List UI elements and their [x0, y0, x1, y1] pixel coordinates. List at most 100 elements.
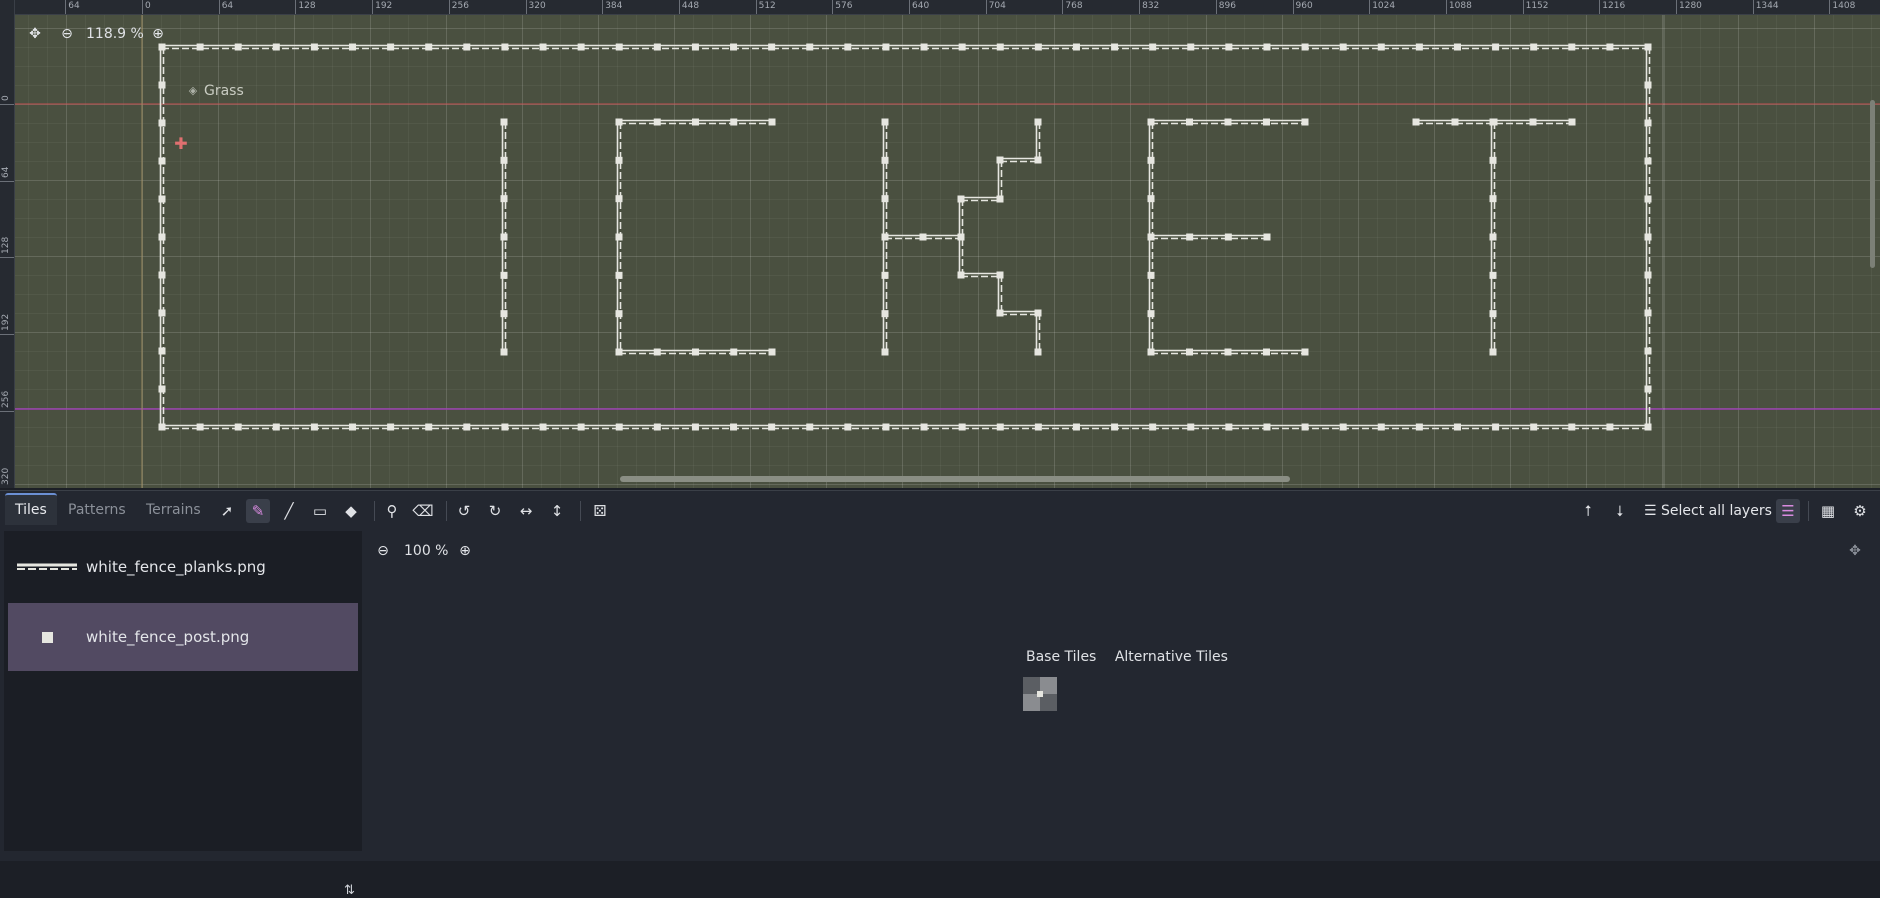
rotate-right-icon[interactable]: ↻ [483, 499, 507, 523]
tile-sources-list: white_fence_planks.png white_fence_post.… [4, 531, 362, 898]
tab-base-tiles[interactable]: Base Tiles [1026, 649, 1096, 665]
move-down-icon[interactable]: ⭣ [1608, 499, 1632, 523]
fence-segment [1147, 118, 1309, 126]
zoom-out-icon[interactable]: ⊖ [58, 25, 76, 43]
ruler-label: 640 [912, 1, 930, 11]
grid-icon[interactable]: ▦ [1816, 499, 1840, 523]
fence-segment [158, 43, 1652, 51]
atlas-tabs: Base Tiles Alternative Tiles [1026, 649, 1242, 665]
ruler-label: 1280 [1679, 1, 1702, 11]
settings-icon[interactable]: ⚙ [1848, 499, 1872, 523]
post-thumb [16, 631, 78, 643]
fence-segment [881, 233, 965, 241]
tilemap-viewport[interactable]: 64 0 64 128 192 256 320 384 448 512 576 640 704 768 83… [0, 0, 1880, 488]
fence-segment [615, 348, 776, 356]
tab-alternative-tiles[interactable]: Alternative Tiles [1115, 649, 1228, 665]
vertical-scrollbar[interactable] [1870, 100, 1875, 268]
ruler-label: 64 [221, 1, 234, 11]
source-item-selected[interactable]: white_fence_post.png [8, 603, 358, 671]
ruler-label: 384 [605, 1, 623, 11]
paint-icon[interactable]: ✎ [246, 499, 270, 523]
ruler-label: 768 [1065, 1, 1083, 11]
ruler-label: 896 [1218, 1, 1236, 11]
layer-name-label: Grass [204, 83, 244, 99]
flip-v-icon[interactable]: ↕ [545, 499, 569, 523]
sort-icon[interactable]: ⇅ [344, 883, 355, 898]
toolbar-separator [580, 501, 581, 521]
ruler-label: 1408 [1832, 1, 1856, 11]
fence-drawing [0, 14, 1880, 488]
rotate-left-icon[interactable]: ↺ [452, 499, 476, 523]
tilemap-toolbar: Tiles Patterns Terrains ➚ ✎ ╱ ▭ ◆ ⚲ ⌫ ↺ … [0, 491, 1880, 531]
atlas-center-icon[interactable]: ✥ [1846, 542, 1864, 560]
center-view-icon[interactable]: ✥ [26, 25, 44, 43]
fence-segment [1034, 118, 1042, 164]
fence-segment [158, 423, 1652, 431]
ruler-label: 192 [375, 1, 393, 11]
atlas-zoom-label: 100 % [404, 543, 449, 559]
source-item[interactable]: white_fence_planks.png [8, 533, 358, 601]
highlight-layer-icon[interactable]: ☰ [1776, 499, 1800, 523]
ruler-label: 320 [1, 467, 11, 485]
ruler-label: 512 [758, 1, 776, 11]
fence-segment [1147, 348, 1309, 356]
tab-patterns[interactable]: Patterns [58, 495, 136, 525]
layer-diamond-icon: ◈ [188, 83, 198, 97]
ruler-label: 0 [145, 1, 151, 11]
zoom-in-icon[interactable]: ⊕ [149, 25, 167, 43]
ruler-tick [0, 410, 14, 412]
ruler-top: 64 0 64 128 192 256 320 384 448 512 576 640 704 768 83… [0, 0, 1880, 15]
layers-list-icon: ☰ [1644, 503, 1662, 519]
ruler-tick [0, 487, 14, 488]
ruler-left: 0 64 128 192 256 320 [0, 0, 15, 488]
ruler-label: 1344 [1755, 1, 1779, 11]
random-icon[interactable]: ⚄ [588, 499, 612, 523]
source-label: white_fence_post.png [86, 628, 250, 646]
atlas-tile-preview[interactable] [1023, 677, 1057, 715]
ruler-label: 320 [528, 1, 546, 11]
picker-icon[interactable]: ⚲ [380, 499, 404, 523]
ruler-tick [0, 334, 14, 336]
fence-segment [1034, 309, 1042, 356]
ruler-label: 192 [1, 313, 11, 332]
zoom-label: 118.9 % [86, 26, 144, 42]
atlas-zoom-out-icon[interactable]: ⊖ [374, 542, 392, 560]
move-up-icon[interactable]: ⭡ [1576, 499, 1600, 523]
atlas-view: ⊖ 100 % ⊕ ✥ Base Tiles Alternative Tiles [366, 531, 1880, 861]
paint-cursor-icon: ✚ [174, 133, 188, 153]
ruler-label: 256 [1, 390, 11, 408]
select-all-layers-button[interactable]: ☰ Select all layers [1644, 499, 1772, 523]
toolbar-separator [446, 501, 447, 521]
ruler-label: 832 [1142, 1, 1160, 11]
ruler-label: 576 [835, 1, 853, 11]
bucket-icon[interactable]: ◆ [339, 499, 363, 523]
planks-thumb [16, 562, 78, 572]
atlas-zoom-in-icon[interactable]: ⊕ [456, 542, 474, 560]
select-all-label: Select all layers [1661, 503, 1772, 519]
fence-segment [158, 43, 166, 431]
ruler-tick [0, 257, 14, 259]
eraser-icon[interactable]: ⌫ [411, 499, 435, 523]
fence-segment [1147, 233, 1271, 241]
ruler-label: 64 [68, 1, 80, 11]
ruler-label: 256 [451, 1, 469, 11]
horizontal-scrollbar[interactable] [620, 476, 1290, 482]
flip-h-icon[interactable]: ↔ [514, 499, 538, 523]
tilemap-bottom-panel: Tiles Patterns Terrains ➚ ✎ ╱ ▭ ◆ ⚲ ⌫ ↺ … [0, 490, 1880, 898]
ruler-label: 1152 [1525, 1, 1549, 11]
ruler-label: 960 [1295, 1, 1313, 11]
select-icon[interactable]: ➚ [215, 499, 239, 523]
source-label: white_fence_planks.png [86, 558, 266, 576]
fence-segment [1644, 43, 1652, 431]
ruler-label: 1024 [1372, 1, 1396, 11]
fence-segment [615, 118, 776, 126]
fence-segment [615, 118, 623, 356]
tab-tiles[interactable]: Tiles [5, 493, 57, 525]
rect-icon[interactable]: ▭ [308, 499, 332, 523]
ruler-label: 128 [298, 1, 316, 11]
ruler-label: 128 [1, 237, 11, 255]
ruler-label: 64 [1, 166, 11, 178]
fence-segment [957, 195, 965, 279]
tab-terrains[interactable]: Terrains [136, 495, 211, 525]
line-icon[interactable]: ╱ [277, 499, 301, 523]
